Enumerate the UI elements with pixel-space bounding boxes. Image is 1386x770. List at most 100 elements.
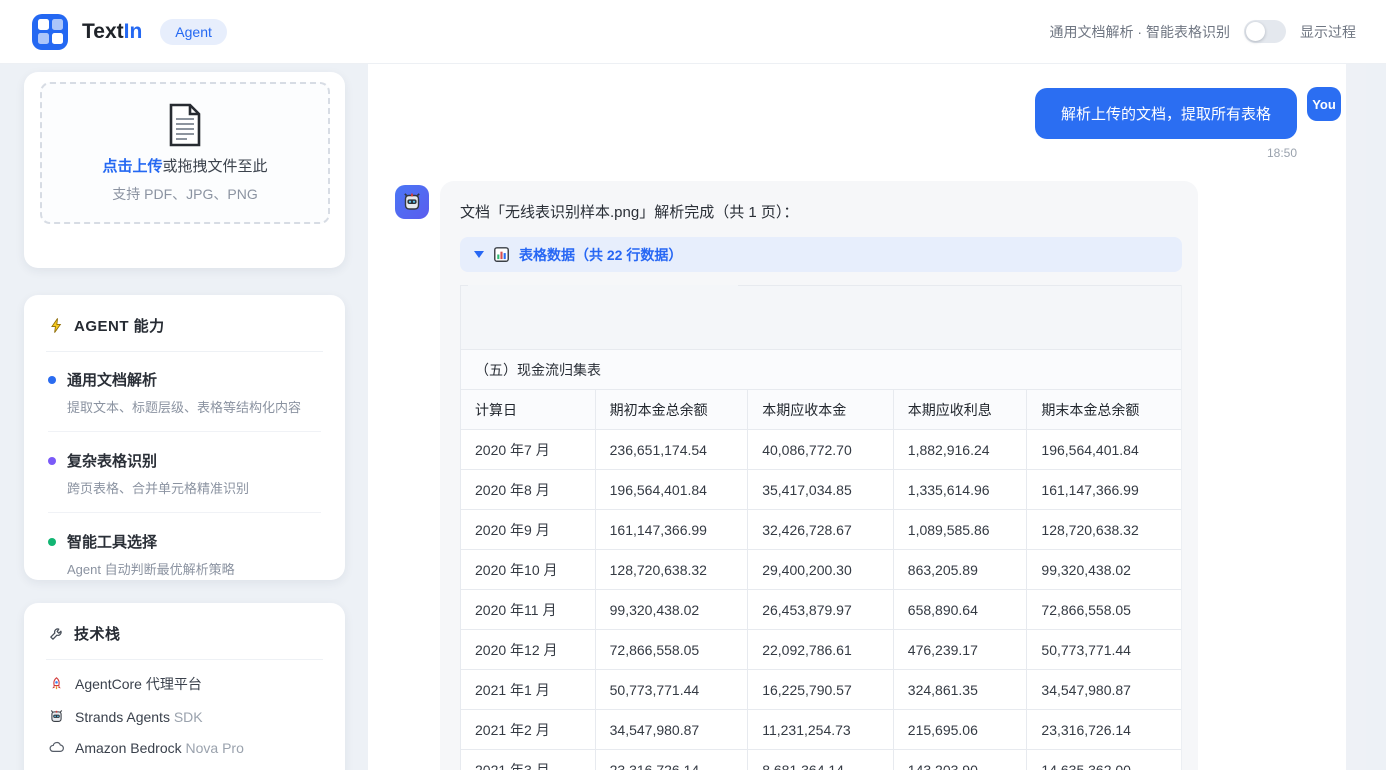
- table-cell: 658,890.64: [894, 590, 1028, 629]
- table-cell: 1,089,585.86: [894, 510, 1028, 549]
- divider: [48, 512, 321, 513]
- chat-panel: You 解析上传的文档，提取所有表格 18:50 文档「无线表识别样本.png」…: [368, 64, 1366, 770]
- table-cell: 2020 年9 月: [461, 510, 596, 549]
- page-content: 点击上传或拖拽文件至此 支持 PDF、JPG、PNG AGENT 能力 通用文档…: [0, 64, 1386, 770]
- table-cell: 2020 年11 月: [461, 590, 596, 629]
- table-row: 2020 年7 月236,651,174.5440,086,772.701,88…: [461, 430, 1181, 470]
- table-cell: 128,720,638.32: [596, 550, 749, 589]
- assistant-message-card: 文档「无线表识别样本.png」解析完成（共 1 页）： 表格数据（共 22 行数…: [440, 181, 1198, 770]
- table-cell: 50,773,771.44: [596, 670, 749, 709]
- table-cell: 236,651,174.54: [596, 430, 749, 469]
- table-border-segment: [738, 285, 1181, 286]
- robot-icon: [48, 708, 65, 725]
- table-cell: 161,147,366.99: [596, 510, 749, 549]
- divider: [46, 659, 323, 660]
- table-cell: 2020 年8 月: [461, 470, 596, 509]
- agent-capabilities-card: AGENT 能力 通用文档解析 提取文本、标题层级、表格等结构化内容 复杂表格识…: [24, 295, 345, 580]
- table-cell: 32,426,728.67: [748, 510, 894, 549]
- bullet-dot-blue: [48, 376, 56, 384]
- table-cell: 本期应收利息: [894, 390, 1028, 429]
- capability-item-table-recognition: 复杂表格识别 跨页表格、合并单元格精准识别: [48, 447, 321, 497]
- table-cell: 8,681,364.14: [748, 750, 894, 770]
- brand-accent: In: [124, 20, 143, 43]
- table-cell: 161,147,366.99: [1027, 470, 1181, 509]
- upload-instruction: 点击上传或拖拽文件至此: [102, 155, 267, 176]
- table-border-segment: [461, 285, 468, 286]
- table-row: 2021 年1 月50,773,771.4416,225,790.57324,8…: [461, 670, 1181, 710]
- table-cell: 期末本金总余额: [1027, 390, 1181, 429]
- table-cell: 2020 年10 月: [461, 550, 596, 589]
- table-cell: 128,720,638.32: [1027, 510, 1181, 549]
- tech-stack-card: 技术栈 AgentCore 代理平台 Strands Agents SDK: [24, 603, 345, 770]
- table-cell: 2021 年3 月: [461, 750, 596, 770]
- capability-item-doc-parse: 通用文档解析 提取文本、标题层级、表格等结构化内容: [48, 366, 321, 416]
- show-process-label: 显示过程: [1300, 22, 1356, 42]
- table-cell: 40,086,772.70: [748, 430, 894, 469]
- cloud-icon: [48, 739, 65, 756]
- message-timestamp: 18:50: [1267, 146, 1297, 160]
- table-header-row: 计算日期初本金总余额本期应收本金本期应收利息期末本金总余额: [461, 390, 1181, 430]
- bullet-dot-green: [48, 538, 56, 546]
- parsed-table: （五）现金流归集表 计算日期初本金总余额本期应收本金本期应收利息期末本金总余额 …: [460, 285, 1182, 770]
- user-avatar: You: [1307, 87, 1341, 121]
- table-cell: 2021 年2 月: [461, 710, 596, 749]
- table-cell: 1,335,614.96: [894, 470, 1028, 509]
- table-cell: 2020 年7 月: [461, 430, 596, 469]
- show-process-toggle[interactable]: [1244, 20, 1286, 43]
- table-cell: 2020 年12 月: [461, 630, 596, 669]
- table-caption: （五）现金流归集表: [461, 350, 1181, 390]
- tech-stack-title: 技术栈: [48, 623, 321, 644]
- table-cell: 2021 年1 月: [461, 670, 596, 709]
- table-cell: 34,547,980.87: [596, 710, 749, 749]
- table-row: 2021 年3 月23,316,726.148,681,364.14143,20…: [461, 750, 1181, 770]
- chevron-down-icon: [474, 251, 484, 258]
- divider: [48, 431, 321, 432]
- robot-avatar-icon: [400, 190, 424, 214]
- table-cell: 196,564,401.84: [1027, 430, 1181, 469]
- upload-card: 点击上传或拖拽文件至此 支持 PDF、JPG、PNG: [24, 72, 345, 268]
- table-empty-row: [461, 285, 1181, 350]
- table-row: 2021 年2 月34,547,980.8711,231,254.73215,6…: [461, 710, 1181, 750]
- table-cell: 34,547,980.87: [1027, 670, 1181, 709]
- table-cell: 72,866,558.05: [596, 630, 749, 669]
- rocket-icon: [48, 676, 65, 693]
- agent-badge: Agent: [160, 19, 227, 45]
- tech-item-agentcore: AgentCore 代理平台: [48, 674, 321, 694]
- table-cell: 29,400,200.30: [748, 550, 894, 589]
- table-cell: 本期应收本金: [748, 390, 894, 429]
- bar-chart-icon: [493, 246, 510, 263]
- table-cell: 14,635,362.00: [1027, 750, 1181, 770]
- table-cell: 99,320,438.02: [596, 590, 749, 629]
- table-cell: 324,861.35: [894, 670, 1028, 709]
- lightning-icon: [48, 317, 65, 334]
- brand-title: TextIn: [82, 20, 142, 44]
- upload-dropzone[interactable]: 点击上传或拖拽文件至此 支持 PDF、JPG、PNG: [40, 82, 330, 224]
- wrench-icon: [48, 625, 65, 642]
- textin-logo-icon[interactable]: [32, 14, 68, 50]
- table-cell: 计算日: [461, 390, 596, 429]
- user-message-bubble: 解析上传的文档，提取所有表格: [1035, 88, 1297, 139]
- table-cell: 23,316,726.14: [1027, 710, 1181, 749]
- table-cell: 50,773,771.44: [1027, 630, 1181, 669]
- bullet-dot-purple: [48, 457, 56, 465]
- table-cell: 196,564,401.84: [596, 470, 749, 509]
- table-cell: 16,225,790.57: [748, 670, 894, 709]
- table-data-collapse-header[interactable]: 表格数据（共 22 行数据）: [460, 237, 1182, 272]
- table-cell: 11,231,254.73: [748, 710, 894, 749]
- capabilities-title: AGENT 能力: [48, 315, 321, 336]
- table-cell: 1,882,916.24: [894, 430, 1028, 469]
- table-cell: 863,205.89: [894, 550, 1028, 589]
- table-cell: 35,417,034.85: [748, 470, 894, 509]
- table-cell: 99,320,438.02: [1027, 550, 1181, 589]
- mode-label: 通用文档解析 · 智能表格识别: [1050, 22, 1230, 42]
- table-row: 2020 年12 月72,866,558.0522,092,786.61476,…: [461, 630, 1181, 670]
- table-cell: 476,239.17: [894, 630, 1028, 669]
- table-cell: 22,092,786.61: [748, 630, 894, 669]
- toggle-knob: [1246, 22, 1265, 41]
- upload-link[interactable]: 点击上传: [102, 158, 162, 175]
- divider: [46, 351, 323, 352]
- table-cell: 26,453,879.97: [748, 590, 894, 629]
- chat-scrollbar[interactable]: [1346, 64, 1366, 770]
- tech-item-bedrock: Amazon Bedrock Nova Pro: [48, 739, 321, 756]
- table-row: 2020 年10 月128,720,638.3229,400,200.30863…: [461, 550, 1181, 590]
